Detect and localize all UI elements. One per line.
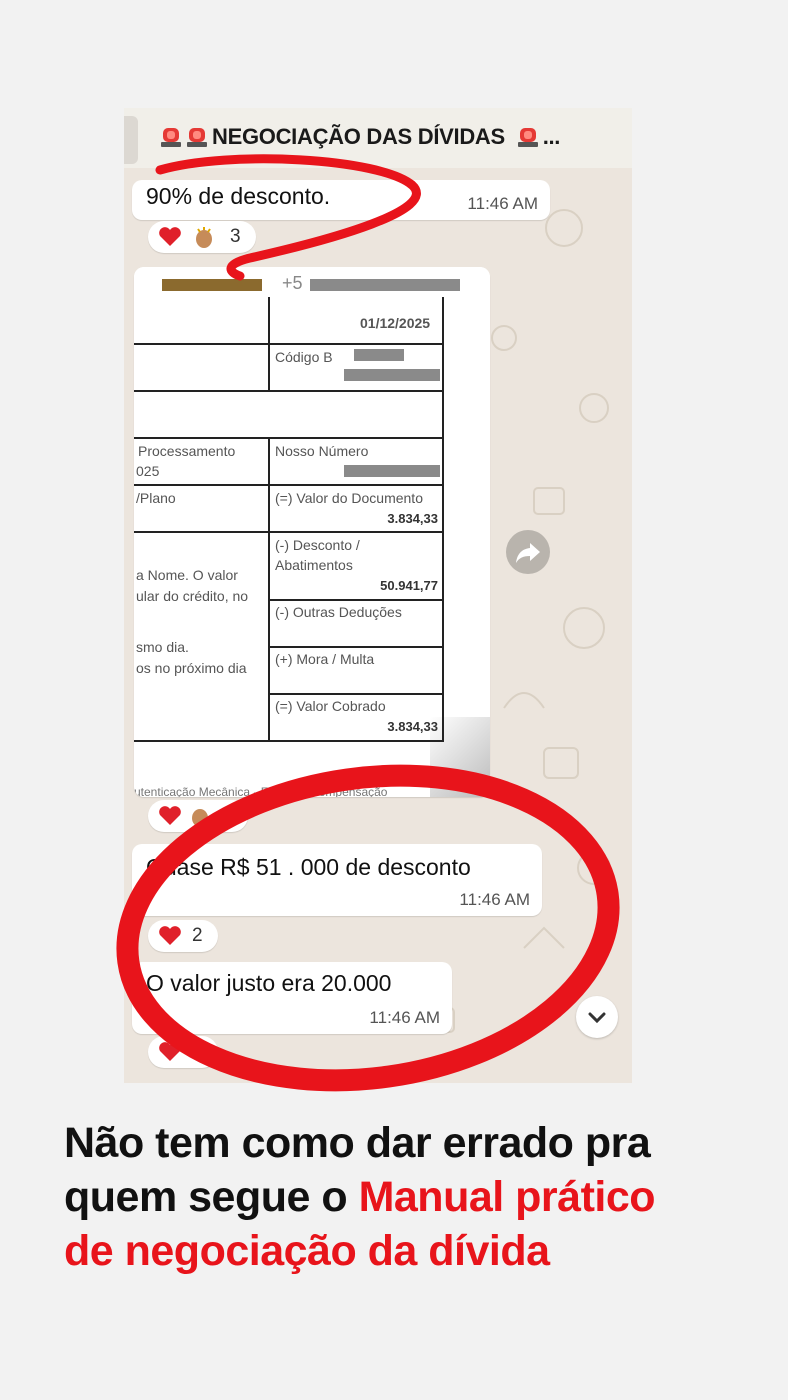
heart-icon	[159, 227, 181, 246]
chat-screenshot: NEGOCIAÇÃO DAS DÍVIDAS ... 90% de descon…	[124, 108, 632, 1083]
doc-desconto-value: 50.941,77	[380, 578, 438, 593]
message-text: 90% de desconto.	[146, 183, 331, 209]
doc-cobrado-label: (=) Valor Cobrado	[275, 698, 386, 714]
document-image-bubble[interactable]: +5 01/12/2025 Código B Processamento 025…	[134, 267, 490, 797]
promo-caption: Não tem como dar errado pra quem segue o…	[64, 1116, 764, 1278]
caption-line-3: de negociação da dívida	[64, 1227, 550, 1275]
reaction-pill[interactable]: 3	[148, 800, 248, 832]
message-time: 11:46 AM	[467, 194, 538, 213]
reaction-count: 2	[192, 1041, 203, 1062]
reaction-pill[interactable]: 2	[148, 920, 218, 952]
message-bubble[interactable]: 90% de desconto. 11:46 AM	[132, 180, 550, 220]
sender-phone: +5	[282, 273, 303, 293]
siren-icon	[161, 128, 181, 147]
doc-credito-text: ular do crédito, no	[136, 588, 249, 604]
doc-outras-label: (-) Outras Deduções	[275, 604, 402, 620]
reaction-pill[interactable]: 3	[148, 221, 256, 253]
doc-mora-label: (+) Mora / Multa	[275, 651, 375, 667]
doc-plano: /Plano	[136, 490, 176, 506]
doc-desconto-label: (-) Desconto /	[275, 537, 360, 553]
doc-proximo-text: os no próximo dia	[136, 660, 247, 676]
message-time: 11:46 AM	[411, 771, 478, 788]
forward-icon	[516, 543, 540, 563]
reaction-count: 3	[222, 805, 233, 826]
heart-icon	[159, 806, 181, 825]
doc-footer: utenticação Mecânica - Ficha de Compensa…	[134, 785, 388, 797]
pixelated-phone	[310, 279, 460, 291]
pixelated-name	[162, 279, 262, 291]
doc-nosso-numero: Nosso Número	[275, 443, 369, 459]
clap-icon	[196, 227, 212, 248]
caption-line-2: quem segue o Manual prático	[64, 1170, 764, 1224]
caption-line-1: Não tem como dar errado pra	[64, 1119, 651, 1167]
caption-manual-title: Manual prático	[358, 1173, 656, 1221]
boleto-document: 01/12/2025 Código B Processamento 025 No…	[134, 297, 490, 797]
doc-date: 01/12/2025	[360, 315, 431, 331]
back-edge[interactable]	[124, 116, 138, 164]
reaction-count: 3	[230, 226, 241, 247]
doc-abatimentos-label: Abatimentos	[275, 557, 353, 573]
chat-header[interactable]: NEGOCIAÇÃO DAS DÍVIDAS ...	[124, 108, 632, 168]
scroll-down-button[interactable]	[576, 996, 618, 1038]
doc-valor-documento: 3.834,33	[387, 511, 438, 526]
reaction-pill[interactable]: 2	[148, 1036, 218, 1068]
group-title-text: NEGOCIAÇÃO DAS DÍVIDAS	[212, 124, 505, 149]
message-text: Quase R$ 51 . 000 de desconto	[146, 854, 471, 880]
doc-processamento-year: 025	[136, 463, 160, 479]
doc-nome-text: a Nome. O valor	[136, 567, 238, 583]
group-title: NEGOCIAÇÃO DAS DÍVIDAS ...	[160, 124, 560, 150]
forward-button[interactable]	[506, 530, 550, 574]
caption-line-2-black: quem segue o	[64, 1173, 348, 1221]
title-ellipsis: ...	[542, 124, 561, 149]
message-time: 11:46 AM	[459, 890, 530, 909]
clap-icon	[192, 809, 208, 827]
siren-icon	[517, 128, 538, 147]
message-text: O valor justo era 20.000	[146, 970, 392, 996]
message-bubble[interactable]: O valor justo era 20.000 11:46 AM	[132, 962, 452, 1034]
doc-mesmo-text: smo dia.	[136, 639, 189, 655]
message-bubble[interactable]: Quase R$ 51 . 000 de desconto 11:46 AM	[132, 844, 542, 916]
sender-row: +5	[134, 267, 490, 301]
doc-codigo: Código B	[275, 349, 333, 365]
message-time: 11:46 AM	[369, 1008, 440, 1027]
doc-valor-documento-label: (=) Valor do Documento	[275, 490, 423, 506]
siren-icon	[187, 128, 207, 147]
chevron-down-icon	[588, 1012, 606, 1024]
doc-processamento: Processamento	[138, 443, 236, 459]
heart-icon	[159, 926, 181, 945]
heart-icon	[159, 1042, 181, 1061]
reaction-count: 2	[192, 925, 203, 946]
